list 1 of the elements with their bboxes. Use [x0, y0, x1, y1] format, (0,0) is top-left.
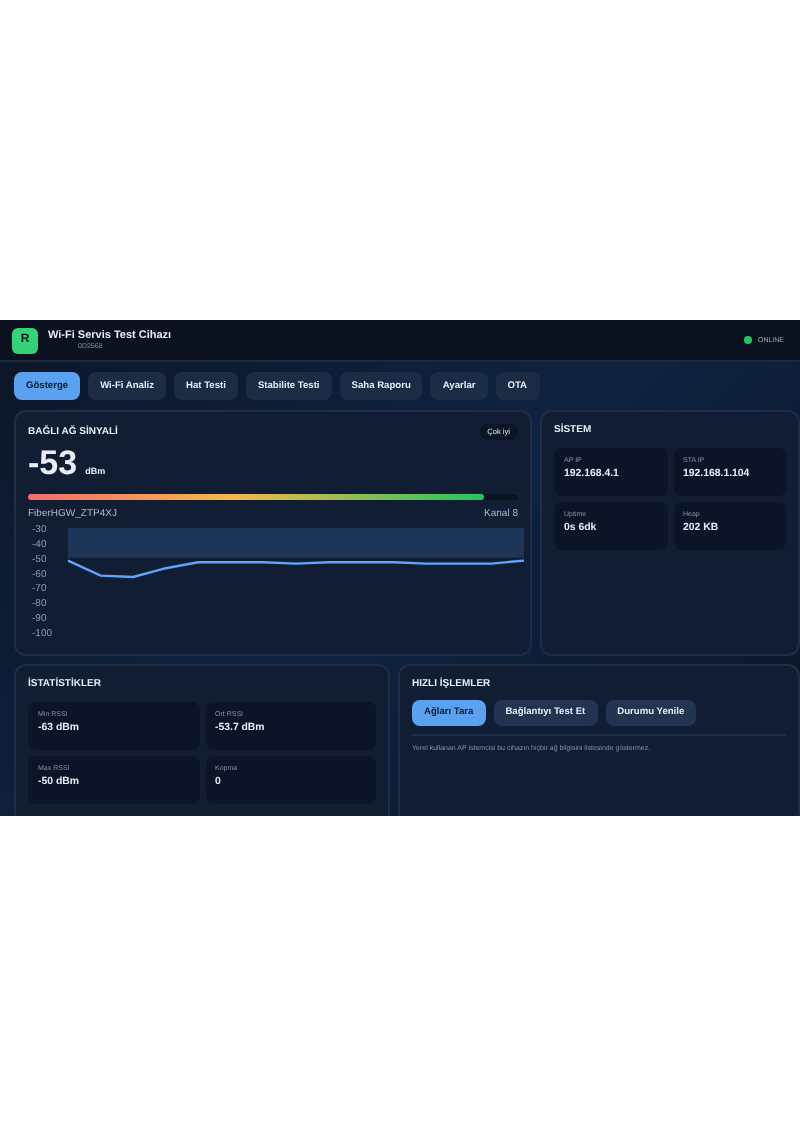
signal-value: -53 [28, 444, 78, 484]
